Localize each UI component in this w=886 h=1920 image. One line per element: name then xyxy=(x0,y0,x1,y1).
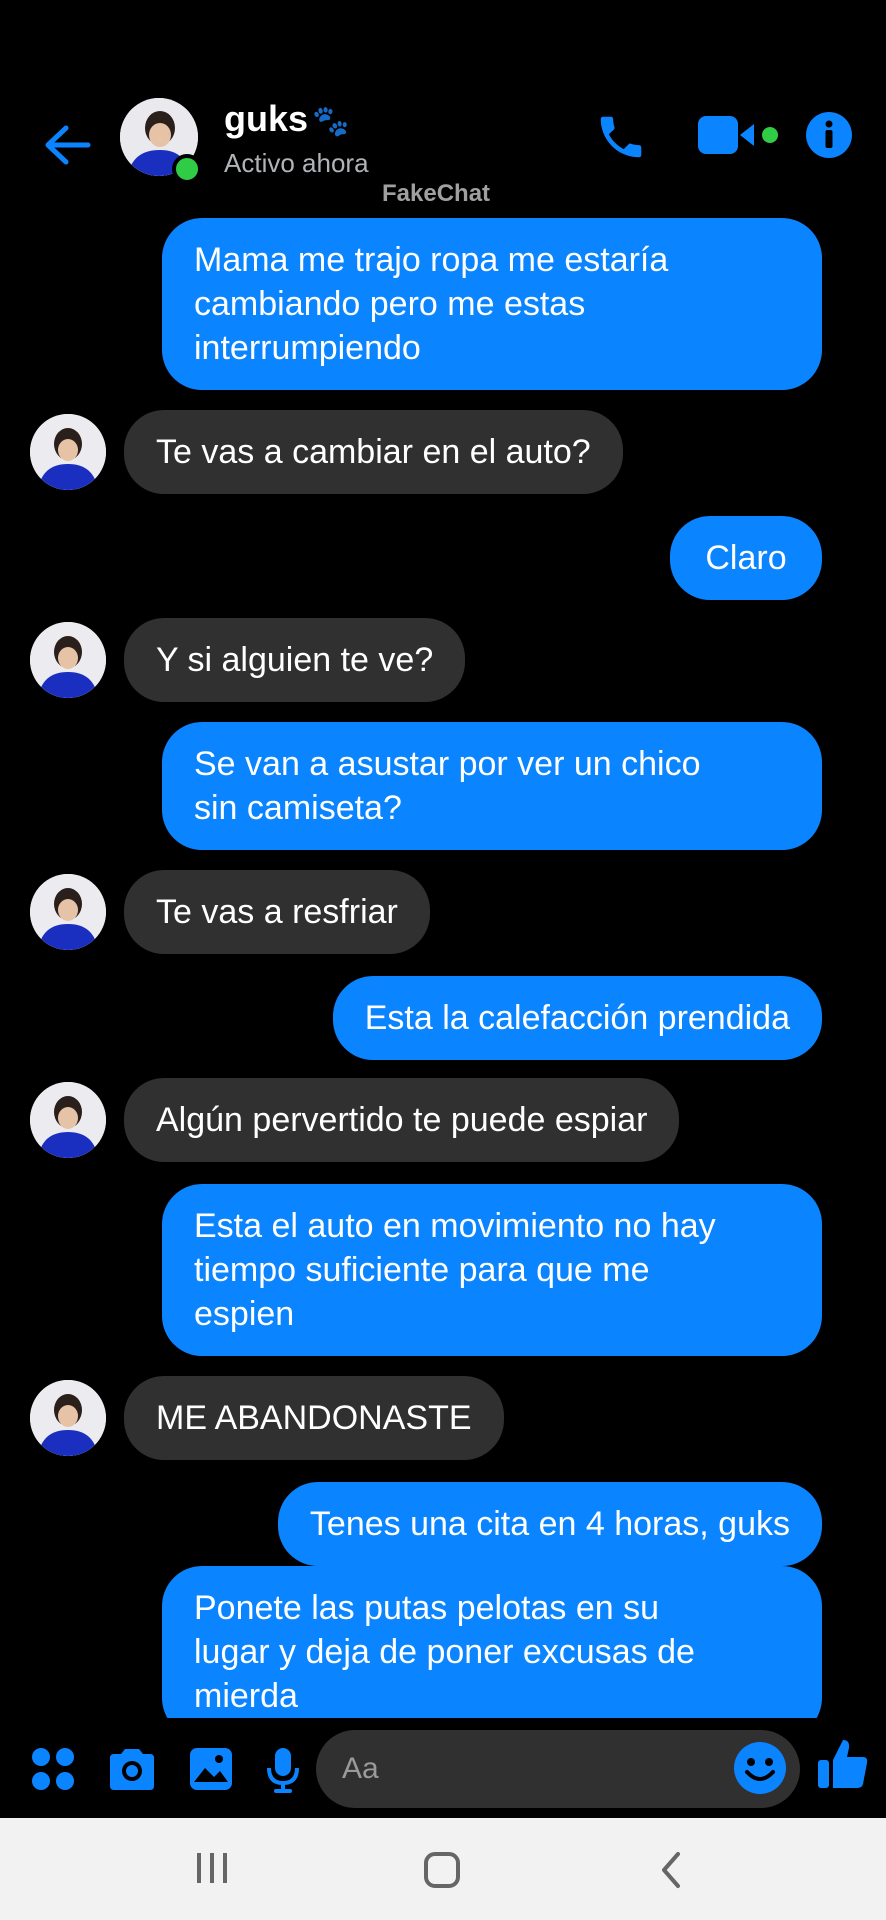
message-text: Esta el auto en movimiento no hay tiempo… xyxy=(194,1207,716,1333)
message-outgoing[interactable]: Esta la calefacción prendida xyxy=(332,976,822,1060)
message-input[interactable]: Aa xyxy=(316,1730,800,1808)
mic-icon[interactable] xyxy=(266,1746,300,1799)
contact-avatar[interactable] xyxy=(30,1082,106,1158)
message-text: Algún pervertido te puede espiar xyxy=(156,1101,648,1139)
message-outgoing[interactable]: Claro xyxy=(670,516,822,600)
gallery-icon[interactable] xyxy=(188,1746,234,1797)
info-icon[interactable] xyxy=(804,110,854,165)
paw-emoji: 🐾 xyxy=(312,105,350,138)
contact-avatar[interactable] xyxy=(30,622,106,698)
like-icon[interactable] xyxy=(816,1736,870,1797)
message-input-placeholder: Aa xyxy=(342,1752,379,1785)
message-outgoing[interactable]: Mama me trajo ropa me estaría cambiando … xyxy=(162,218,822,390)
contact-name[interactable]: guks 🐾 xyxy=(224,98,349,140)
conversation-header: guks 🐾 Activo ahora FakeChat xyxy=(0,90,886,207)
message-outgoing[interactable]: Esta el auto en movimiento no hay tiempo… xyxy=(162,1184,822,1356)
message-incoming[interactable]: Te vas a resfriar xyxy=(124,870,430,954)
camera-icon[interactable] xyxy=(106,1746,158,1797)
message-text: ME ABANDONASTE xyxy=(156,1399,472,1437)
message-text: Ponete las putas pelotas en su lugar y d… xyxy=(194,1589,695,1715)
emoji-icon[interactable] xyxy=(732,1740,788,1796)
message-text: Esta la calefacción prendida xyxy=(364,999,790,1037)
message-incoming[interactable]: Te vas a cambiar en el auto? xyxy=(124,410,623,494)
message-text: Tenes una cita en 4 horas, guks xyxy=(309,1505,790,1543)
message-outgoing[interactable]: Se van a asustar por ver un chico sin ca… xyxy=(162,722,822,850)
system-navigation-bar xyxy=(0,1818,886,1920)
home-icon[interactable] xyxy=(422,1850,462,1895)
message-text: Mama me trajo ropa me estaría cambiando … xyxy=(194,241,669,367)
chat-thread[interactable]: Mama me trajo ropa me estaría cambiando … xyxy=(0,0,886,1718)
back-nav-icon[interactable] xyxy=(656,1850,686,1895)
message-incoming[interactable]: Algún pervertido te puede espiar xyxy=(124,1078,680,1162)
message-incoming[interactable]: Y si alguien te ve? xyxy=(124,618,466,702)
phone-icon[interactable] xyxy=(594,110,648,169)
recent-apps-icon[interactable] xyxy=(194,1850,230,1891)
video-icon[interactable] xyxy=(696,112,786,167)
message-incoming[interactable]: ME ABANDONASTE xyxy=(124,1376,504,1460)
message-outgoing[interactable]: Tenes una cita en 4 horas, guks xyxy=(277,1482,822,1566)
message-text: Se van a asustar por ver un chico sin ca… xyxy=(194,745,701,827)
message-text: Claro xyxy=(705,539,787,577)
message-composer: Aa xyxy=(0,1718,886,1818)
message-text: Y si alguien te ve? xyxy=(156,641,434,679)
watermark: FakeChat xyxy=(382,180,491,207)
message-outgoing[interactable]: Ponete las putas pelotas en su lugar y d… xyxy=(162,1566,822,1718)
apps-icon[interactable] xyxy=(30,1746,76,1797)
online-indicator xyxy=(172,154,202,184)
contact-avatar[interactable] xyxy=(30,414,106,490)
back-arrow-icon[interactable] xyxy=(40,118,94,172)
contact-avatar[interactable] xyxy=(30,1380,106,1456)
contact-avatar[interactable] xyxy=(30,874,106,950)
message-text: Te vas a resfriar xyxy=(156,893,398,931)
message-text: Te vas a cambiar en el auto? xyxy=(156,433,591,471)
contact-status: Activo ahora xyxy=(224,148,369,178)
